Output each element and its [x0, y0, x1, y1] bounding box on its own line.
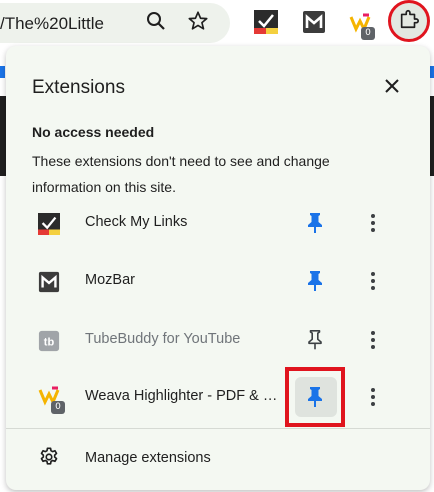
mozbar-toolbar-icon[interactable] — [302, 10, 326, 34]
browser-toolbar: /The%20Little 0 — [0, 0, 434, 46]
page-fragment — [430, 66, 434, 78]
divider — [6, 428, 430, 429]
extension-row-mozbar[interactable]: MozBar — [6, 252, 430, 310]
extension-row-check-my-links[interactable]: Check My Links — [6, 194, 430, 252]
svg-text:tb: tb — [44, 337, 55, 349]
extensions-panel: Extensions No access needed These extens… — [6, 46, 430, 490]
url-text[interactable]: /The%20Little — [0, 14, 104, 34]
more-options-icon[interactable] — [361, 382, 385, 412]
panel-title: Extensions — [32, 77, 125, 98]
more-options-icon[interactable] — [361, 266, 385, 296]
star-icon[interactable] — [185, 8, 211, 34]
mozbar-icon — [38, 271, 60, 293]
check-my-links-toolbar-icon[interactable] — [254, 10, 278, 34]
page-fragment — [0, 66, 5, 78]
section-title: No access needed — [32, 124, 155, 140]
tubebuddy-icon: tb — [38, 330, 60, 352]
pin-icon[interactable] — [300, 382, 330, 412]
search-icon[interactable] — [143, 8, 169, 34]
extension-badge: 0 — [51, 401, 65, 414]
extension-row-tubebuddy[interactable]: tb TubeBuddy for YouTube — [6, 311, 430, 369]
close-icon[interactable] — [380, 74, 404, 98]
section-description: These extensions don't need to see and c… — [32, 153, 330, 195]
pin-icon[interactable] — [300, 266, 330, 296]
extension-name: Weava Highlighter - PDF & Web — [85, 388, 290, 404]
check-my-links-icon — [38, 213, 60, 235]
unpinned-pin-icon[interactable] — [300, 325, 330, 355]
extension-name: TubeBuddy for YouTube — [85, 331, 241, 347]
extension-name: MozBar — [85, 272, 135, 288]
weava-toolbar-icon[interactable]: 0 — [349, 13, 375, 40]
extension-badge: 0 — [361, 27, 375, 40]
extension-name: Check My Links — [85, 214, 188, 230]
weava-icon: 0 — [38, 386, 65, 414]
more-options-icon[interactable] — [361, 325, 385, 355]
more-options-icon[interactable] — [361, 208, 385, 238]
manage-extensions-button[interactable]: Manage extensions — [6, 434, 430, 482]
gear-icon — [38, 446, 60, 468]
pin-icon[interactable] — [300, 208, 330, 238]
manage-extensions-label: Manage extensions — [85, 450, 211, 466]
puzzle-icon — [398, 8, 420, 35]
extensions-button[interactable] — [388, 0, 430, 42]
extension-row-weava[interactable]: 0 Weava Highlighter - PDF & Web — [6, 368, 430, 426]
